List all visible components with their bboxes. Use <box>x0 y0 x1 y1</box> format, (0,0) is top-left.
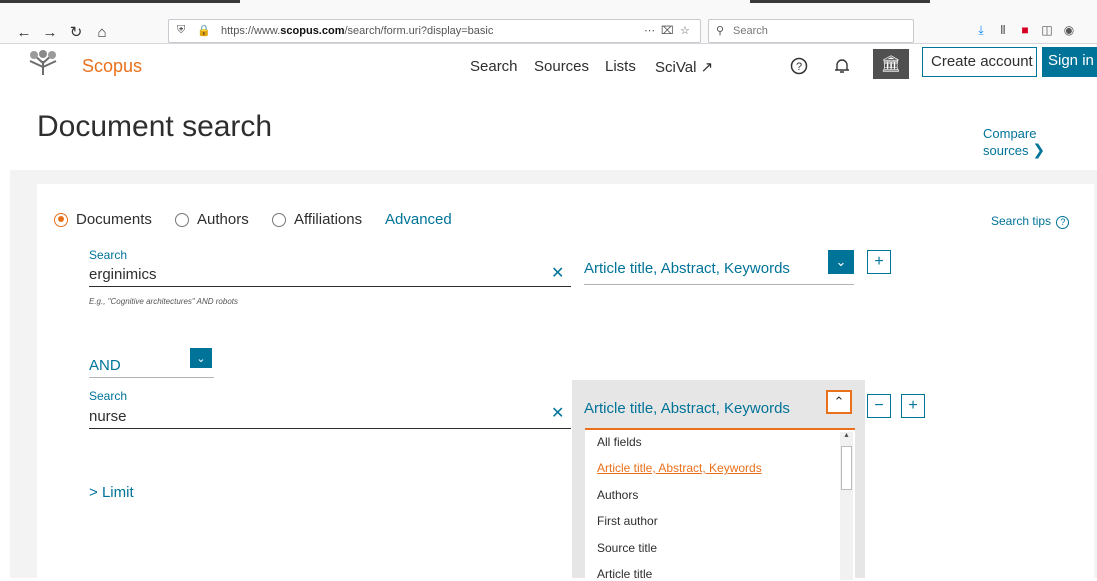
tab-strip <box>0 0 240 3</box>
lock-icon[interactable]: 🔒 <box>197 24 211 37</box>
home-icon[interactable]: ⌂ <box>92 22 112 42</box>
dropdown-option[interactable]: All fields <box>597 435 642 449</box>
elsevier-logo[interactable] <box>18 49 68 77</box>
radio-icon[interactable] <box>175 212 189 227</box>
radio-label-authors: Authors <box>197 211 249 228</box>
url-bar[interactable]: ⛨ 🔒 https://www.scopus.com/search/form.u… <box>168 19 701 43</box>
bell-icon[interactable] <box>830 54 854 78</box>
institution-icon[interactable]: 🏛 <box>873 49 909 79</box>
nav-search[interactable]: Search <box>470 58 518 75</box>
search-card <box>37 184 1094 578</box>
search-icon: ⚲ <box>716 25 725 37</box>
field-scope-underline <box>584 284 854 285</box>
search-field-label: Search <box>89 389 128 403</box>
chevron-down-icon[interactable]: ⌄ <box>190 348 212 368</box>
dropdown-scrollbar[interactable]: ▲ <box>840 432 853 580</box>
limit-toggle[interactable]: > Limit <box>89 484 134 501</box>
limit-label[interactable]: Limit <box>102 484 134 501</box>
url-text[interactable]: https://www.scopus.com/search/form.uri?d… <box>221 25 493 37</box>
operator-underline <box>89 377 214 378</box>
field-scope-select[interactable]: Article title, Abstract, Keywords <box>584 260 790 277</box>
radio-authors[interactable]: Authors <box>175 211 249 228</box>
field-scope-select[interactable]: Article title, Abstract, Keywords <box>584 400 790 417</box>
search-input-underline <box>89 428 571 429</box>
account-icon[interactable]: ◉ <box>1060 21 1078 39</box>
browser-search-input[interactable]: ⚲ Search <box>708 19 914 43</box>
operator-select[interactable]: AND <box>89 357 121 374</box>
field-dropdown-list: All fields Article title, Abstract, Keyw… <box>585 428 855 581</box>
create-account-button[interactable]: Create account <box>922 47 1037 77</box>
tab-strip-right <box>750 0 930 3</box>
scopus-brand[interactable]: Scopus <box>82 56 142 77</box>
dropdown-option[interactable]: Authors <box>597 488 638 502</box>
help-circle-icon: ? <box>1056 216 1070 229</box>
sign-in-button[interactable]: Sign in <box>1042 47 1097 77</box>
search-tips-label[interactable]: Search tips <box>991 214 1051 228</box>
dropdown-option[interactable]: First author <box>597 514 658 528</box>
nav-sources[interactable]: Sources <box>534 58 589 75</box>
search-input[interactable]: erginimics <box>89 266 157 283</box>
add-row-button[interactable]: + <box>867 250 891 274</box>
chevron-up-icon[interactable]: ⌃ <box>826 390 852 414</box>
compare-sources-link[interactable]: Compare sources ❯ <box>983 126 1097 159</box>
extension-icon[interactable]: ■ <box>1016 21 1034 39</box>
search-input-underline <box>89 286 571 287</box>
nav-lists[interactable]: Lists <box>605 58 636 75</box>
search-field-label: Search <box>89 248 128 262</box>
dropdown-option[interactable]: Source title <box>597 541 657 555</box>
compare-sources-label[interactable]: Compare sources <box>983 126 1036 158</box>
scroll-up-icon[interactable]: ▲ <box>843 432 850 439</box>
clear-icon[interactable]: ✕ <box>551 403 564 423</box>
nav-scival[interactable]: SciVal ↗ <box>655 58 713 76</box>
radio-selected-icon[interactable] <box>54 212 68 227</box>
search-input[interactable]: nurse <box>89 408 127 425</box>
chevron-down-icon[interactable]: ⌄ <box>828 250 854 274</box>
forward-icon[interactable]: → <box>40 22 60 42</box>
advanced-link[interactable]: Advanced <box>385 211 452 228</box>
radio-icon[interactable] <box>272 212 286 227</box>
add-row-button[interactable]: + <box>901 394 925 418</box>
shield-icon[interactable]: ⛨ <box>177 24 185 37</box>
browser-toolbar: ← → ↻ ⌂ ⛨ 🔒 https://www.scopus.com/searc… <box>0 0 1097 44</box>
sidebar-icon[interactable]: ◫ <box>1038 21 1056 39</box>
search-placeholder: Search <box>733 25 768 37</box>
radio-documents[interactable]: Documents <box>54 211 152 228</box>
scrollbar-thumb[interactable] <box>841 446 852 490</box>
radio-label-affiliations: Affiliations <box>294 211 363 228</box>
pocket-icon[interactable]: ⌧ <box>661 24 674 37</box>
clear-icon[interactable]: ✕ <box>551 263 564 283</box>
svg-text:?: ? <box>796 61 802 73</box>
dropdown-option-active[interactable]: Article title, Abstract, Keywords <box>597 461 762 475</box>
reload-icon[interactable]: ↻ <box>66 22 86 42</box>
search-tips-link[interactable]: Search tips ? <box>991 214 1070 229</box>
help-icon[interactable]: ? <box>787 54 811 78</box>
radio-label-documents: Documents <box>76 211 152 228</box>
library-icon[interactable]: Ⅱ <box>994 21 1012 39</box>
radio-affiliations[interactable]: Affiliations <box>272 211 362 228</box>
page-title: Document search <box>37 110 273 143</box>
remove-row-button[interactable]: − <box>867 394 891 418</box>
download-icon[interactable]: ⤓ <box>972 21 990 39</box>
star-icon[interactable]: ☆ <box>680 24 690 37</box>
more-icon[interactable]: ⋯ <box>644 24 655 37</box>
back-icon[interactable]: ← <box>14 22 34 42</box>
dropdown-option[interactable]: Article title <box>597 567 652 581</box>
chevron-right-icon: ❯ <box>1032 142 1046 159</box>
search-example: E.g., "Cognitive architectures" AND robo… <box>89 297 238 306</box>
